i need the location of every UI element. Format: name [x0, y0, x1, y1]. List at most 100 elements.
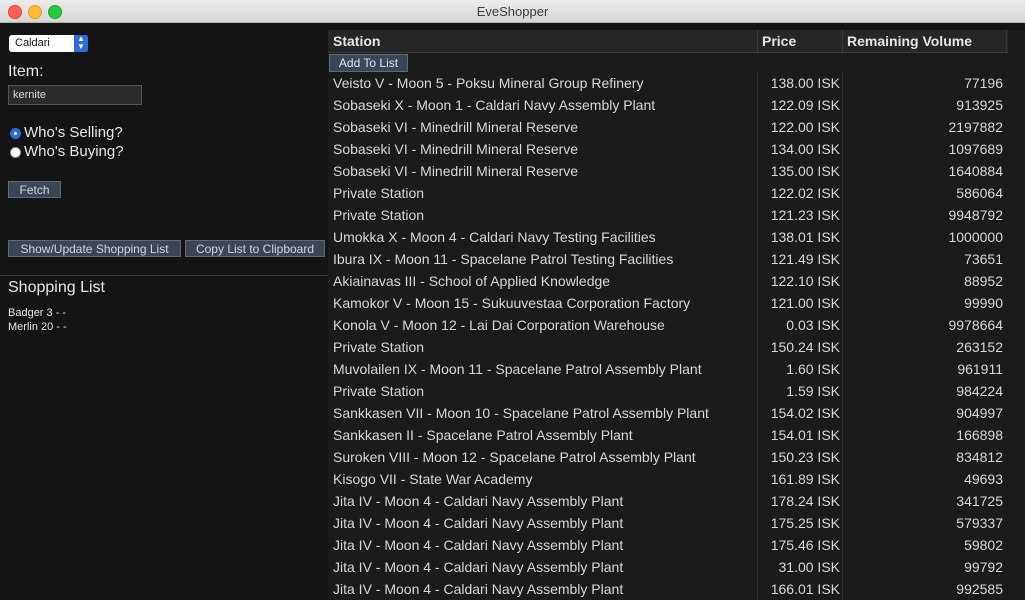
- cell-price: 31.00 ISK: [778, 559, 841, 575]
- cell-price: 154.02 ISK: [770, 405, 840, 421]
- item-label: Item:: [8, 63, 44, 80]
- table-row[interactable]: Kisogo VII - State War Academy 161.89 ISK…: [328, 468, 1008, 490]
- cell-price: 161.89 ISK: [770, 471, 840, 487]
- cell-remaining-volume: 263152: [956, 339, 1003, 355]
- shopping-list-title: Shopping List: [8, 279, 105, 296]
- cell-remaining-volume: 913925: [956, 97, 1003, 113]
- add-to-list-button[interactable]: Add To List: [329, 54, 408, 72]
- table-row[interactable]: Ibura IX - Moon 11 - Spacelane Patrol Te…: [328, 248, 1008, 270]
- table-row[interactable]: Konola V - Moon 12 - Lai Dai Corporation…: [328, 314, 1008, 336]
- cell-station: Muvolailen IX - Moon 11 - Spacelane Patr…: [333, 361, 702, 377]
- cell-remaining-volume: 59802: [964, 537, 1003, 553]
- table-row[interactable]: Private Station 150.24 ISK 263152: [328, 336, 1008, 358]
- table-row[interactable]: Sobaseki VI - Minedrill Mineral Reserve 1…: [328, 138, 1008, 160]
- cell-station: Ibura IX - Moon 11 - Spacelane Patrol Te…: [333, 251, 674, 267]
- shopping-list-item: Badger 3 - -: [8, 307, 67, 319]
- table-row[interactable]: Jita IV - Moon 4 - Caldari Navy Assembly…: [328, 490, 1008, 512]
- cell-price: 138.00 ISK: [770, 75, 840, 91]
- divider: [0, 275, 328, 276]
- cell-price: 134.00 ISK: [770, 141, 840, 157]
- window-title: EveShopper: [476, 4, 549, 19]
- cell-price: 178.24 ISK: [770, 493, 840, 509]
- copy-to-clipboard-button[interactable]: Copy List to Clipboard: [185, 240, 325, 257]
- cell-price: 154.01 ISK: [770, 427, 840, 443]
- table-row[interactable]: Akiainavas III - School of Applied Knowl…: [328, 270, 1008, 292]
- cell-remaining-volume: 1640884: [948, 163, 1003, 179]
- cell-price: 122.10 ISK: [770, 273, 840, 289]
- table-row[interactable]: Sobaseki X - Moon 1 - Caldari Navy Assem…: [328, 94, 1008, 116]
- cell-price: 175.46 ISK: [770, 537, 840, 553]
- table-row[interactable]: Suroken VIII - Moon 12 - Spacelane Patro…: [328, 446, 1008, 468]
- radio-buying[interactable]: Who's Buying?: [10, 143, 124, 160]
- radio-selling[interactable]: Who's Selling?: [10, 124, 123, 141]
- table-row[interactable]: Jita IV - Moon 4 - Caldari Navy Assembly…: [328, 534, 1008, 556]
- cell-price: 1.60 ISK: [786, 361, 840, 377]
- cell-remaining-volume: 834812: [956, 449, 1003, 465]
- cell-price: 1.59 ISK: [786, 383, 840, 399]
- cell-price: 121.49 ISK: [770, 251, 840, 267]
- cell-station: Konola V - Moon 12 - Lai Dai Corporation…: [333, 317, 665, 333]
- cell-station: Sobaseki VI - Minedrill Mineral Reserve: [333, 141, 579, 157]
- cell-station: Jita IV - Moon 4 - Caldari Navy Assembly…: [333, 515, 624, 531]
- fetch-button[interactable]: Fetch: [8, 181, 61, 198]
- cell-remaining-volume: 166898: [956, 427, 1003, 443]
- table-row[interactable]: Umokka X - Moon 4 - Caldari Navy Testing…: [328, 226, 1008, 248]
- table-row[interactable]: Private Station 1.59 ISK 984224: [328, 380, 1008, 402]
- table-row[interactable]: Private Station 121.23 ISK 9948792: [328, 204, 1008, 226]
- app-window: EveShopper Caldari ▲ ▼ Item: kernite Who'…: [0, 0, 1025, 600]
- cell-remaining-volume: 984224: [956, 383, 1003, 399]
- cell-price: 0.03 ISK: [786, 317, 840, 333]
- table-row[interactable]: Sankkasen VII - Moon 10 - Spacelane Patr…: [328, 402, 1008, 424]
- cell-price: 150.24 ISK: [770, 339, 840, 355]
- cell-station: Sobaseki X - Moon 1 - Caldari Navy Assem…: [333, 97, 656, 113]
- table-row[interactable]: Jita IV - Moon 4 - Caldari Navy Assembly…: [328, 556, 1008, 578]
- table-row[interactable]: Sobaseki VI - Minedrill Mineral Reserve 1…: [328, 116, 1008, 138]
- cell-price: 122.00 ISK: [770, 119, 840, 135]
- cell-remaining-volume: 1097689: [948, 141, 1003, 157]
- cell-station: Jita IV - Moon 4 - Caldari Navy Assembly…: [333, 493, 624, 509]
- shopping-list-item: Merlin 20 - -: [8, 321, 67, 333]
- header-price[interactable]: Price: [757, 30, 843, 52]
- radio-selling-label: Who's Selling?: [24, 124, 123, 141]
- cell-remaining-volume: 341725: [956, 493, 1003, 509]
- header-station[interactable]: Station: [328, 30, 758, 52]
- radio-selected-icon: [10, 127, 21, 139]
- cell-price: 175.25 ISK: [770, 515, 840, 531]
- cell-remaining-volume: 586064: [956, 185, 1003, 201]
- table-row[interactable]: Kamokor V - Moon 15 - Sukuuvestaa Corpor…: [328, 292, 1008, 314]
- cell-station: Sobaseki VI - Minedrill Mineral Reserve: [333, 119, 579, 135]
- cell-remaining-volume: 992585: [956, 581, 1003, 597]
- faction-select[interactable]: Caldari ▲ ▼: [9, 35, 88, 52]
- cell-price: 166.01 ISK: [770, 581, 840, 597]
- cell-station: Private Station: [333, 207, 425, 223]
- cell-price: 150.23 ISK: [770, 449, 840, 465]
- cell-station: Private Station: [333, 383, 425, 399]
- shopping-list: Badger 3 - - Merlin 20 - -: [8, 306, 67, 334]
- table-header: Station Price Remaining Volume: [328, 30, 1008, 53]
- faction-select-value: Caldari: [15, 37, 50, 49]
- table-row[interactable]: Muvolailen IX - Moon 11 - Spacelane Patr…: [328, 358, 1008, 380]
- item-input[interactable]: kernite: [8, 85, 142, 105]
- table-row[interactable]: Sankkasen II - Spacelane Patrol Assembly…: [328, 424, 1008, 446]
- table-body: Veisto V - Moon 5 - Poksu Mineral Group …: [328, 72, 1008, 600]
- table-row[interactable]: Sobaseki VI - Minedrill Mineral Reserve 1…: [328, 160, 1008, 182]
- cell-station: Akiainavas III - School of Applied Knowl…: [333, 273, 611, 289]
- cell-station: Kamokor V - Moon 15 - Sukuuvestaa Corpor…: [333, 295, 691, 311]
- cell-remaining-volume: 9948792: [948, 207, 1003, 223]
- cell-remaining-volume: 49693: [964, 471, 1003, 487]
- cell-price: 121.23 ISK: [770, 207, 840, 223]
- table-row[interactable]: Jita IV - Moon 4 - Caldari Navy Assembly…: [328, 578, 1008, 600]
- select-arrows-icon: ▲ ▼: [74, 35, 88, 52]
- table-row[interactable]: Jita IV - Moon 4 - Caldari Navy Assembly…: [328, 512, 1008, 534]
- cell-price: 135.00 ISK: [770, 163, 840, 179]
- cell-station: Sankkasen VII - Moon 10 - Spacelane Patr…: [333, 405, 709, 421]
- table-row[interactable]: Private Station 122.02 ISK 586064: [328, 182, 1008, 204]
- radio-buying-label: Who's Buying?: [24, 143, 124, 160]
- cell-remaining-volume: 904997: [956, 405, 1003, 421]
- cell-station: Umokka X - Moon 4 - Caldari Navy Testing…: [333, 229, 656, 245]
- radio-unselected-icon: [10, 146, 21, 158]
- table-row[interactable]: Veisto V - Moon 5 - Poksu Mineral Group …: [328, 72, 1008, 94]
- header-remaining-volume[interactable]: Remaining Volume: [842, 30, 1007, 52]
- show-update-list-button[interactable]: Show/Update Shopping List: [8, 240, 181, 257]
- cell-remaining-volume: 2197882: [948, 119, 1003, 135]
